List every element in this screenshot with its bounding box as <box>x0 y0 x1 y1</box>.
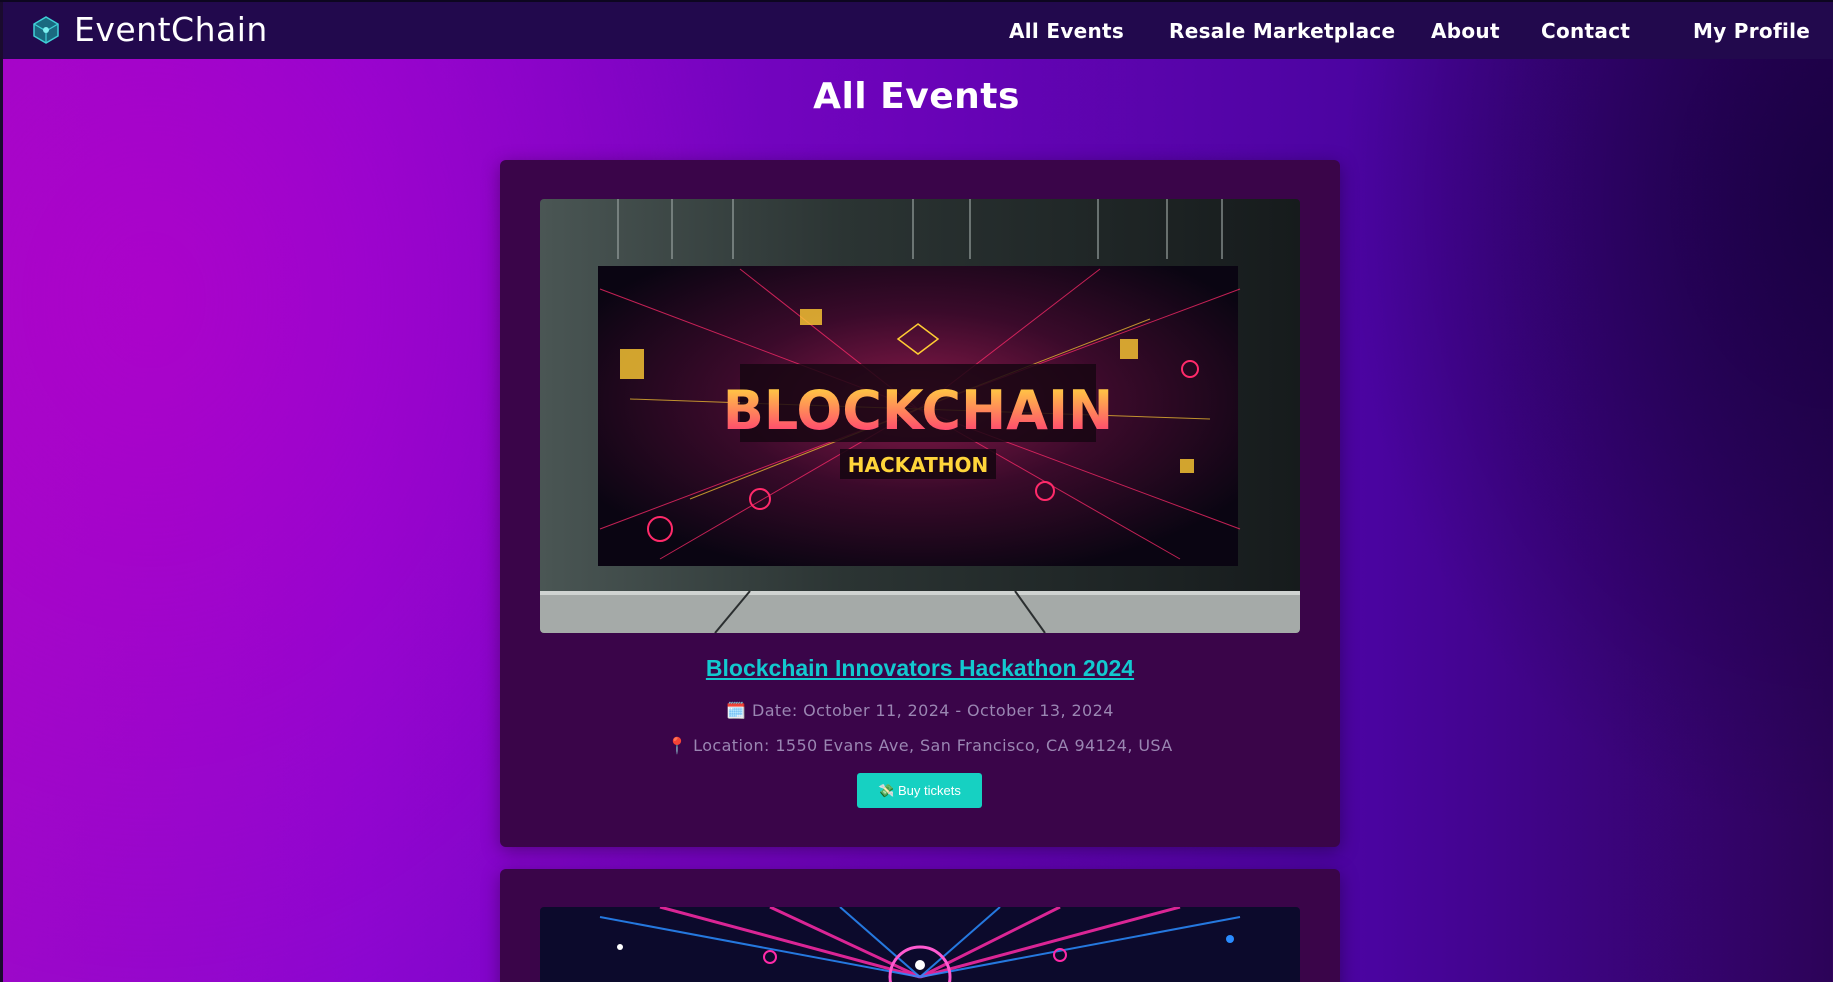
banner-subtitle: HACKATHON <box>848 453 988 477</box>
top-edge <box>0 0 1833 2</box>
nav-contact[interactable]: Contact <box>1541 19 1630 43</box>
event-banner-image[interactable]: BLOCKCHAIN HACKATHON <box>540 199 1300 633</box>
event-location: 📍 Location: 1550 Evans Ave, San Francisc… <box>667 736 1173 755</box>
page-title: All Events <box>813 76 1020 117</box>
event-card <box>500 869 1340 982</box>
nav-resale-marketplace[interactable]: Resale Marketplace <box>1169 19 1395 43</box>
page-edge <box>0 0 3 982</box>
buy-tickets-button[interactable]: 💸 Buy tickets <box>857 773 982 808</box>
cube-logo-icon[interactable] <box>31 15 61 45</box>
event-banner-image[interactable] <box>540 907 1300 982</box>
banner-title: BLOCKCHAIN <box>723 379 1114 442</box>
nav-all-events[interactable]: All Events <box>1009 19 1124 43</box>
brand-name[interactable]: EventChain <box>74 10 268 49</box>
event-card: BLOCKCHAIN HACKATHON Blockchain Innovato… <box>500 160 1340 847</box>
nav-about[interactable]: About <box>1431 19 1500 43</box>
top-navbar: EventChain All Events Resale Marketplace… <box>3 2 1833 59</box>
event-date: 🗓️ Date: October 11, 2024 - October 13, … <box>726 701 1114 720</box>
nav-my-profile[interactable]: My Profile <box>1693 19 1810 43</box>
event-title-link[interactable]: Blockchain Innovators Hackathon 2024 <box>500 655 1340 682</box>
